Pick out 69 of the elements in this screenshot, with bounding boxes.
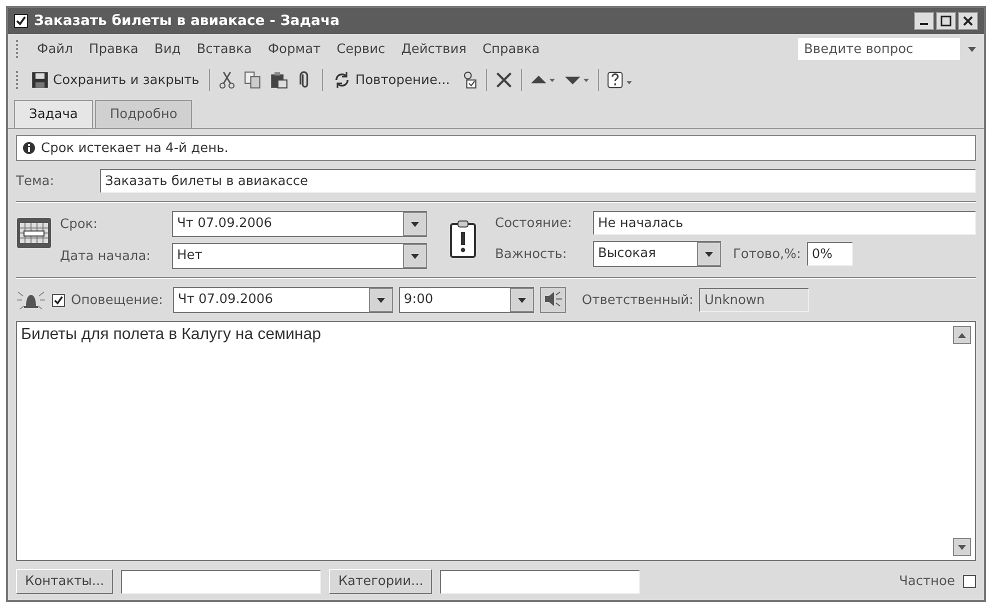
start-date-label: Дата начала:	[60, 248, 152, 264]
status-label: Состояние:	[495, 216, 573, 230]
caret-icon	[705, 252, 713, 256]
minimize-icon	[920, 23, 928, 25]
due-date-dropdown[interactable]: Чт 07.09.2006	[172, 211, 427, 237]
scissors-icon[interactable]	[218, 71, 236, 89]
maximize-icon	[940, 15, 952, 27]
private-label: Частное	[898, 574, 955, 589]
speaker-button[interactable]	[540, 287, 566, 313]
reminder-label: Оповещение:	[71, 292, 163, 308]
categories-field[interactable]	[440, 570, 640, 594]
menu-item[interactable]: Файл	[37, 42, 73, 56]
tab[interactable]: Подробно	[94, 100, 192, 128]
owner-label: Ответственный:	[582, 292, 694, 308]
speaker-icon	[542, 290, 563, 306]
due-label: Срок:	[60, 216, 99, 232]
menu-item[interactable]: Вставка	[196, 42, 252, 56]
dropdown-arrow-icon[interactable]	[968, 46, 976, 52]
checkbox-icon	[14, 14, 28, 28]
private-checkbox[interactable]	[963, 575, 976, 588]
circular-arrows-icon	[333, 71, 352, 89]
delete-icon[interactable]	[494, 71, 513, 89]
reminder-time-dropdown[interactable]: 9:00	[398, 287, 534, 313]
recurrence-button[interactable]: Повторение...	[331, 69, 452, 91]
tab[interactable]: Задача	[14, 100, 93, 128]
percent-complete-field[interactable]: 0%	[806, 242, 853, 266]
menu-item[interactable]: Действия	[401, 42, 466, 56]
up-arrow-icon	[958, 332, 966, 338]
scroll-down-button[interactable]	[953, 538, 971, 556]
contacts-field[interactable]	[121, 570, 322, 594]
clipboard-icon	[449, 219, 477, 259]
subject-field[interactable]: Заказать билеты в авиакассе	[100, 169, 976, 193]
reminder-checkbox[interactable]	[52, 294, 65, 306]
notes-text: Билеты для полета в Калугу на семинар	[21, 326, 322, 345]
caret-icon	[518, 298, 526, 302]
help-icon[interactable]	[606, 71, 633, 89]
menu-item[interactable]: Формат	[268, 42, 321, 56]
owner-field: Unknown	[699, 288, 810, 312]
contacts-button[interactable]: Контакты...	[16, 569, 114, 594]
info-text: Срок истекает на 4-й день.	[41, 140, 228, 156]
percent-complete-label: Готово,%:	[733, 246, 801, 262]
calendar-icon	[16, 215, 52, 251]
start-date-dropdown[interactable]: Нет	[172, 243, 427, 269]
subject-label: Тема:	[16, 174, 56, 188]
close-button[interactable]	[958, 12, 978, 30]
menu-item[interactable]: Сервис	[336, 42, 386, 56]
caret-icon	[376, 298, 385, 302]
notes-field[interactable]: Билеты для полета в Калугу на семинар	[16, 321, 976, 561]
menu-item[interactable]: Справка	[482, 42, 540, 56]
caret-icon	[411, 254, 419, 258]
help-search-field[interactable]: Введите вопрос	[798, 38, 960, 60]
window-title: Заказать билеты в авиакасе - Задача	[34, 13, 340, 29]
caret-icon	[411, 222, 419, 226]
info-icon	[23, 142, 35, 154]
scroll-up-button[interactable]	[953, 326, 971, 344]
priority-dropdown[interactable]: Высокая	[593, 241, 721, 267]
minimize-button[interactable]	[914, 12, 934, 30]
menu-item[interactable]: Вид	[154, 42, 181, 56]
categories-button[interactable]: Категории...	[329, 569, 432, 594]
reminder-date-dropdown[interactable]: Чт 07.09.2006	[172, 287, 393, 313]
copy-icon[interactable]	[244, 71, 262, 89]
close-icon	[962, 15, 974, 27]
menu-item[interactable]: Правка	[88, 42, 138, 56]
priority-label: Важность:	[495, 246, 568, 262]
maximize-button[interactable]	[936, 12, 956, 30]
paste-icon[interactable]	[270, 71, 288, 89]
down-arrow-icon	[958, 544, 966, 550]
status-field[interactable]: Не началась	[593, 211, 976, 235]
save-close-button[interactable]: Сохранить и закрыть	[29, 69, 202, 91]
